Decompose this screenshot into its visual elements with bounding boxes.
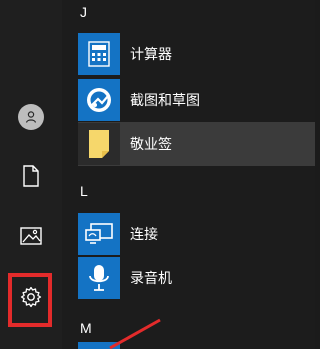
snip-sketch-icon [78, 79, 120, 121]
group-header-l[interactable]: L [80, 183, 88, 199]
app-label: 录音机 [130, 270, 172, 286]
documents-button[interactable] [0, 152, 62, 200]
pictures-button[interactable] [0, 212, 62, 260]
account-button[interactable] [0, 93, 62, 141]
annotation-arrow-icon [109, 318, 161, 349]
group-header-m[interactable]: M [80, 320, 92, 336]
app-item-voice-recorder[interactable]: 录音机 [78, 256, 315, 300]
document-icon [23, 165, 39, 187]
app-label: 敬业签 [130, 136, 172, 152]
group-header-j[interactable]: J [80, 4, 88, 20]
app-label: 计算器 [130, 46, 172, 62]
user-icon [18, 104, 44, 130]
start-left-rail [0, 0, 62, 349]
sticky-note-icon [78, 123, 120, 165]
start-menu: J 计算器 截图和草图 敬业签 L 连接 录音机 M [0, 0, 315, 349]
app-item-connect[interactable]: 连接 [78, 212, 315, 256]
app-item-snip-sketch[interactable]: 截图和草图 [78, 78, 315, 122]
settings-highlight-box [8, 273, 52, 327]
app-label: 连接 [130, 226, 158, 242]
pictures-icon [20, 227, 42, 245]
voice-recorder-icon [78, 257, 120, 299]
app-label: 截图和草图 [130, 92, 200, 108]
calculator-icon [78, 33, 120, 75]
connect-icon [78, 213, 120, 255]
app-item-sticky-note[interactable]: 敬业签 [78, 122, 315, 166]
app-item-calculator[interactable]: 计算器 [78, 32, 315, 76]
